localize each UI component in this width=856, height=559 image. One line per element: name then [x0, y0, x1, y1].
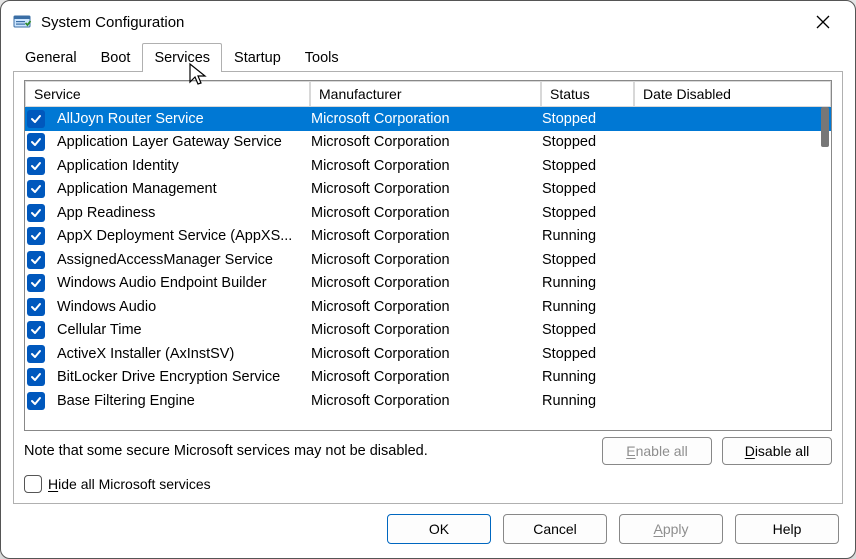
- service-name: Windows Audio: [51, 299, 305, 315]
- service-manufacturer: Microsoft Corporation: [305, 205, 536, 221]
- tab-boot[interactable]: Boot: [89, 43, 143, 72]
- services-panel: Service Manufacturer Status Date Disable…: [13, 71, 843, 504]
- hide-ms-checkbox[interactable]: [24, 475, 42, 493]
- service-row[interactable]: Windows Audio Endpoint BuilderMicrosoft …: [25, 272, 831, 296]
- tab-general[interactable]: General: [13, 43, 89, 72]
- service-name: App Readiness: [51, 205, 305, 221]
- close-button[interactable]: [803, 7, 843, 37]
- scrollbar[interactable]: [815, 107, 831, 430]
- ok-button[interactable]: OK: [387, 514, 491, 544]
- service-row[interactable]: ActiveX Installer (AxInstSV)Microsoft Co…: [25, 342, 831, 366]
- service-row[interactable]: Windows AudioMicrosoft CorporationRunnin…: [25, 295, 831, 319]
- enable-all-button[interactable]: Enable all: [602, 437, 712, 465]
- cancel-button[interactable]: Cancel: [503, 514, 607, 544]
- service-manufacturer: Microsoft Corporation: [305, 369, 536, 385]
- service-status: Stopped: [536, 111, 629, 127]
- service-manufacturer: Microsoft Corporation: [305, 134, 536, 150]
- service-row[interactable]: Base Filtering EngineMicrosoft Corporati…: [25, 389, 831, 413]
- service-row[interactable]: App ReadinessMicrosoft CorporationStoppe…: [25, 201, 831, 225]
- service-manufacturer: Microsoft Corporation: [305, 393, 536, 409]
- service-checkbox[interactable]: [27, 392, 45, 410]
- dialog-buttons: OK Cancel Apply Help: [1, 514, 855, 558]
- column-headers: Service Manufacturer Status Date Disable…: [25, 81, 831, 107]
- service-checkbox[interactable]: [27, 274, 45, 292]
- service-row[interactable]: Cellular TimeMicrosoft CorporationStoppe…: [25, 319, 831, 343]
- service-status: Stopped: [536, 252, 629, 268]
- service-status: Stopped: [536, 181, 629, 197]
- service-manufacturer: Microsoft Corporation: [305, 158, 536, 174]
- note-row: Note that some secure Microsoft services…: [24, 437, 832, 465]
- apply-button[interactable]: Apply: [619, 514, 723, 544]
- service-status: Running: [536, 299, 629, 315]
- service-row[interactable]: BitLocker Drive Encryption ServiceMicros…: [25, 366, 831, 390]
- service-checkbox[interactable]: [27, 204, 45, 222]
- service-manufacturer: Microsoft Corporation: [305, 275, 536, 291]
- services-rows: AllJoyn Router ServiceMicrosoft Corporat…: [25, 107, 831, 430]
- service-checkbox[interactable]: [27, 157, 45, 175]
- service-name: Application Management: [51, 181, 305, 197]
- service-checkbox[interactable]: [27, 321, 45, 339]
- service-manufacturer: Microsoft Corporation: [305, 252, 536, 268]
- service-name: Base Filtering Engine: [51, 393, 305, 409]
- service-name: AppX Deployment Service (AppXS...: [51, 228, 305, 244]
- service-manufacturer: Microsoft Corporation: [305, 228, 536, 244]
- service-status: Running: [536, 393, 629, 409]
- secure-services-note: Note that some secure Microsoft services…: [24, 443, 428, 459]
- service-name: BitLocker Drive Encryption Service: [51, 369, 305, 385]
- services-list[interactable]: Service Manufacturer Status Date Disable…: [24, 80, 832, 431]
- service-status: Running: [536, 275, 629, 291]
- service-status: Stopped: [536, 205, 629, 221]
- service-name: AllJoyn Router Service: [51, 111, 305, 127]
- service-status: Running: [536, 369, 629, 385]
- tabs: GeneralBootServicesStartupTools: [1, 43, 855, 71]
- disable-all-button[interactable]: Disable all: [722, 437, 832, 465]
- column-service[interactable]: Service: [25, 81, 310, 107]
- service-row[interactable]: AllJoyn Router ServiceMicrosoft Corporat…: [25, 107, 831, 131]
- app-icon: [13, 13, 31, 31]
- service-checkbox[interactable]: [27, 227, 45, 245]
- service-row[interactable]: AssignedAccessManager ServiceMicrosoft C…: [25, 248, 831, 272]
- service-checkbox[interactable]: [27, 345, 45, 363]
- service-status: Stopped: [536, 134, 629, 150]
- service-manufacturer: Microsoft Corporation: [305, 346, 536, 362]
- service-checkbox[interactable]: [27, 251, 45, 269]
- service-manufacturer: Microsoft Corporation: [305, 322, 536, 338]
- hide-ms-row: Hide all Microsoft services: [24, 475, 832, 493]
- service-name: Windows Audio Endpoint Builder: [51, 275, 305, 291]
- service-status: Stopped: [536, 346, 629, 362]
- system-configuration-window: System Configuration GeneralBootServices…: [0, 0, 856, 559]
- service-checkbox[interactable]: [27, 110, 45, 128]
- service-checkbox[interactable]: [27, 133, 45, 151]
- hide-ms-label[interactable]: Hide all Microsoft services: [48, 476, 211, 492]
- service-name: AssignedAccessManager Service: [51, 252, 305, 268]
- service-name: Application Identity: [51, 158, 305, 174]
- scrollbar-thumb[interactable]: [821, 107, 829, 147]
- service-manufacturer: Microsoft Corporation: [305, 111, 536, 127]
- service-row[interactable]: Application ManagementMicrosoft Corporat…: [25, 178, 831, 202]
- service-manufacturer: Microsoft Corporation: [305, 181, 536, 197]
- column-date-disabled[interactable]: Date Disabled: [634, 81, 831, 107]
- service-row[interactable]: Application Layer Gateway ServiceMicroso…: [25, 131, 831, 155]
- service-checkbox[interactable]: [27, 180, 45, 198]
- service-name: Application Layer Gateway Service: [51, 134, 305, 150]
- service-checkbox[interactable]: [27, 368, 45, 386]
- titlebar: System Configuration: [1, 1, 855, 43]
- service-status: Stopped: [536, 322, 629, 338]
- service-row[interactable]: Application IdentityMicrosoft Corporatio…: [25, 154, 831, 178]
- column-manufacturer[interactable]: Manufacturer: [310, 81, 541, 107]
- service-status: Running: [536, 228, 629, 244]
- close-icon: [816, 15, 830, 29]
- window-title: System Configuration: [41, 14, 803, 31]
- help-button[interactable]: Help: [735, 514, 839, 544]
- service-manufacturer: Microsoft Corporation: [305, 299, 536, 315]
- tab-tools[interactable]: Tools: [293, 43, 351, 72]
- column-status[interactable]: Status: [541, 81, 634, 107]
- service-name: ActiveX Installer (AxInstSV): [51, 346, 305, 362]
- service-status: Stopped: [536, 158, 629, 174]
- service-name: Cellular Time: [51, 322, 305, 338]
- tab-startup[interactable]: Startup: [222, 43, 293, 72]
- service-checkbox[interactable]: [27, 298, 45, 316]
- service-row[interactable]: AppX Deployment Service (AppXS...Microso…: [25, 225, 831, 249]
- tab-services[interactable]: Services: [142, 43, 222, 72]
